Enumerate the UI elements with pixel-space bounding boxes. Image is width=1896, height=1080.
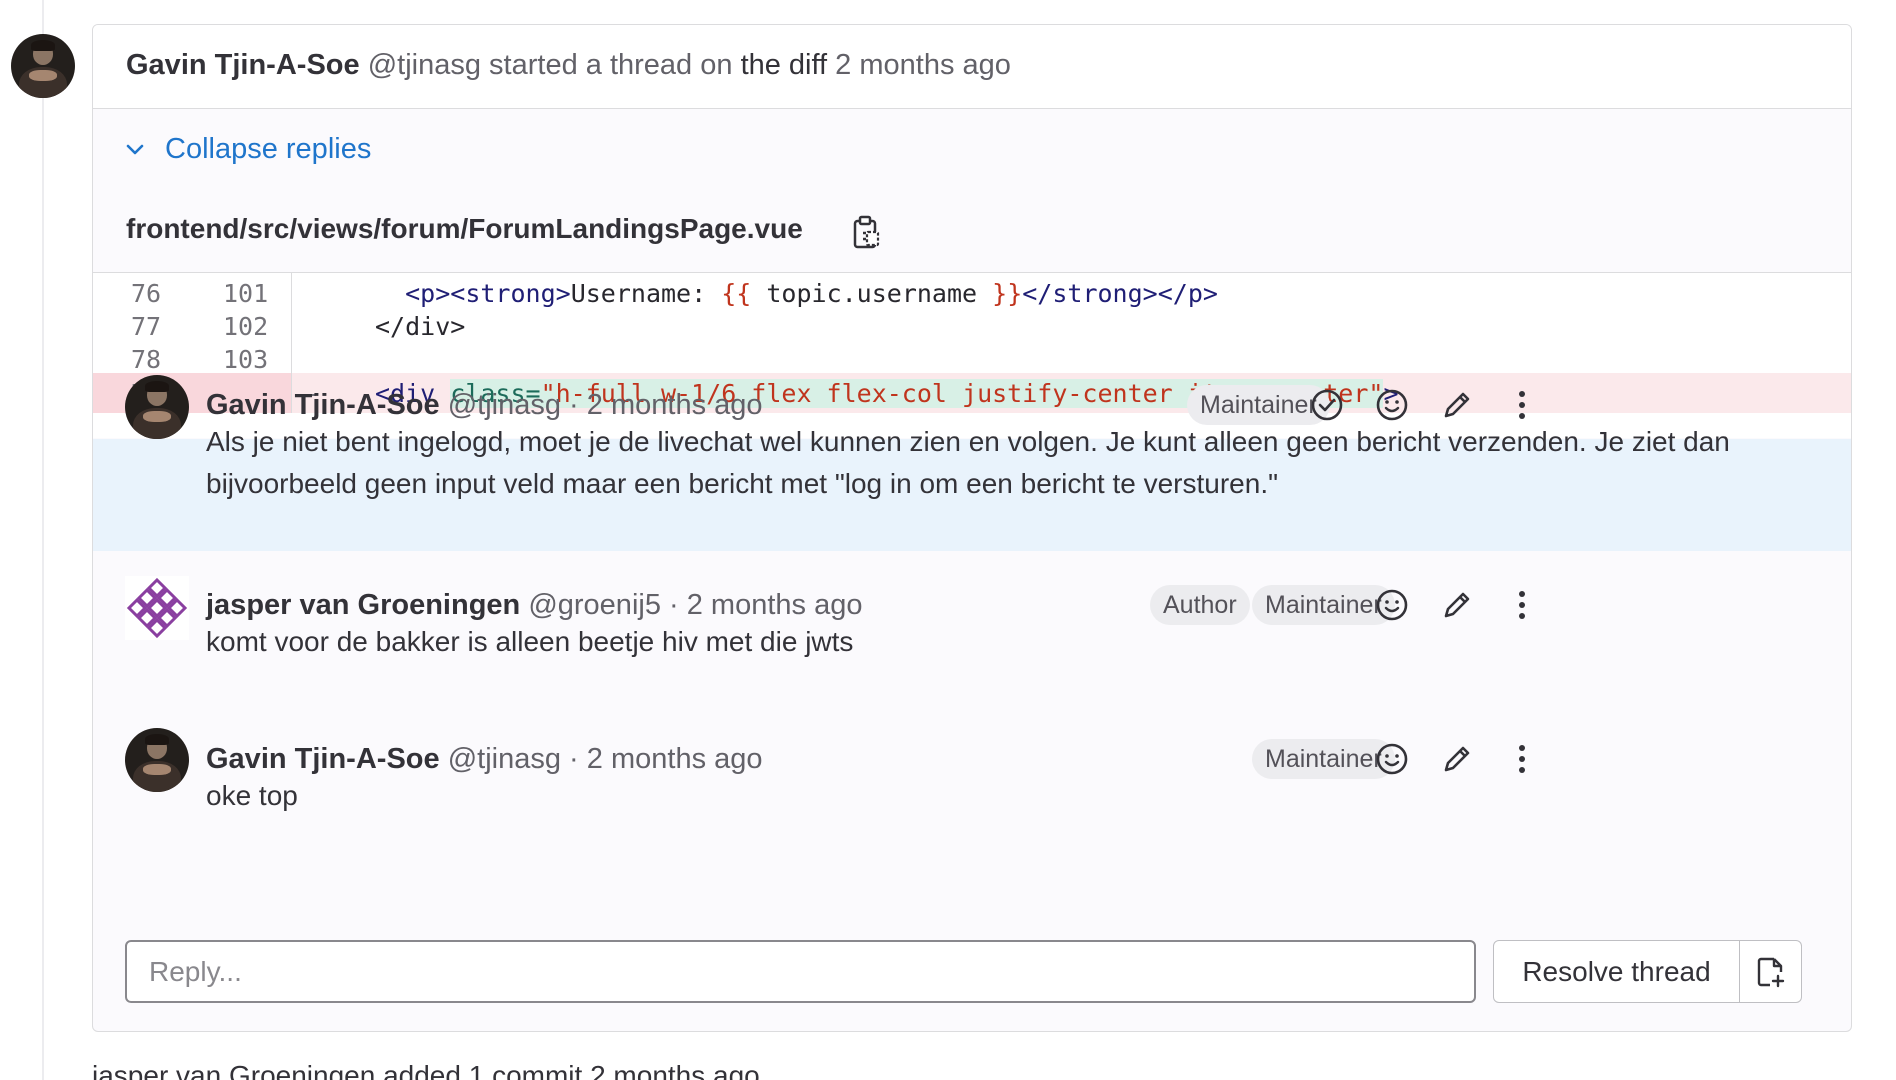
pencil-icon[interactable] bbox=[1439, 587, 1475, 623]
timeline-line bbox=[42, 0, 44, 1080]
note-body: komt voor de bakker is alleen beetje hiv… bbox=[206, 626, 854, 657]
note-time[interactable]: 2 months ago bbox=[687, 589, 863, 621]
resolve-check-icon[interactable] bbox=[1309, 387, 1345, 423]
note-time[interactable]: 2 months ago bbox=[587, 743, 763, 775]
avatar[interactable] bbox=[125, 375, 189, 439]
separator: · bbox=[569, 743, 579, 775]
emoji-icon[interactable] bbox=[1374, 587, 1410, 623]
resolve-button-group: Resolve thread bbox=[1493, 940, 1802, 1003]
old-line-number[interactable]: 77 bbox=[131, 312, 191, 341]
system-note: jasper van Groeningen added 1 commit 2 m… bbox=[92, 1060, 760, 1080]
note-author-handle[interactable]: @tjinasg bbox=[448, 743, 561, 775]
note-author-handle[interactable]: @tjinasg bbox=[448, 389, 561, 421]
pencil-icon[interactable] bbox=[1439, 387, 1475, 423]
reply-input[interactable] bbox=[127, 942, 1474, 1001]
create-issue-button[interactable] bbox=[1740, 940, 1802, 1003]
collapse-replies-label: Collapse replies bbox=[165, 133, 372, 165]
old-line-number[interactable]: 76 bbox=[131, 279, 191, 308]
separator: · bbox=[669, 589, 679, 621]
note-author-name[interactable]: Gavin Tjin-A-Soe bbox=[206, 743, 440, 775]
thread-time: 2 months ago bbox=[835, 49, 1011, 81]
thread-author-handle[interactable]: @tjinasg bbox=[368, 49, 481, 81]
thread-header: Gavin Tjin-A-Soe @tjinasg started a thre… bbox=[93, 25, 1851, 109]
pencil-icon[interactable] bbox=[1439, 741, 1475, 777]
chevron-down-icon bbox=[126, 144, 144, 154]
thread-header-text: Gavin Tjin-A-Soe @tjinasg started a thre… bbox=[126, 49, 1011, 82]
avatar[interactable] bbox=[125, 728, 189, 792]
note-author-name[interactable]: Gavin Tjin-A-Soe bbox=[206, 389, 440, 421]
emoji-icon[interactable] bbox=[1374, 741, 1410, 777]
more-actions-icon[interactable] bbox=[1504, 587, 1540, 623]
more-actions-icon[interactable] bbox=[1504, 741, 1540, 777]
thread-action-text: started a thread on bbox=[489, 49, 733, 81]
note-body: oke top bbox=[206, 780, 298, 811]
note-header: Gavin Tjin-A-Soe @tjinasg · 2 months ago bbox=[206, 389, 763, 422]
thread-author-name[interactable]: Gavin Tjin-A-Soe bbox=[126, 49, 360, 81]
emoji-icon[interactable] bbox=[1374, 387, 1410, 423]
resolve-thread-button[interactable]: Resolve thread bbox=[1493, 940, 1740, 1003]
copy-to-clipboard-icon[interactable] bbox=[850, 215, 882, 251]
note-header: Gavin Tjin-A-Soe @tjinasg · 2 months ago bbox=[206, 743, 763, 776]
note-author-name[interactable]: jasper van Groeningen bbox=[206, 589, 520, 621]
file-path[interactable]: frontend/src/views/forum/ForumLandingsPa… bbox=[126, 213, 803, 245]
thread-author-avatar[interactable] bbox=[11, 34, 75, 98]
old-line-number[interactable]: 78 bbox=[131, 345, 191, 374]
reply-field[interactable] bbox=[125, 940, 1476, 1003]
note-header: jasper van Groeningen @groenij5 · 2 mont… bbox=[206, 589, 862, 622]
code-line: <p><strong>Username: {{ topic.username }… bbox=[405, 279, 1218, 308]
note-body: Als je niet bent ingelogd, moet je de li… bbox=[206, 426, 1730, 499]
separator: · bbox=[569, 389, 579, 421]
diff-link[interactable]: the diff bbox=[741, 49, 828, 81]
note-author-handle[interactable]: @groenij5 bbox=[528, 589, 661, 621]
avatar[interactable] bbox=[125, 576, 189, 640]
collapse-replies-button[interactable]: Collapse replies bbox=[123, 133, 371, 166]
author-badge: Author bbox=[1150, 585, 1250, 625]
create-issue-icon bbox=[1757, 957, 1784, 987]
more-actions-icon[interactable] bbox=[1504, 387, 1540, 423]
discussion-thread: Gavin Tjin-A-Soe @tjinasg started a thre… bbox=[92, 24, 1852, 1032]
code-line: </div> bbox=[375, 312, 466, 341]
note-time[interactable]: 2 months ago bbox=[587, 389, 763, 421]
